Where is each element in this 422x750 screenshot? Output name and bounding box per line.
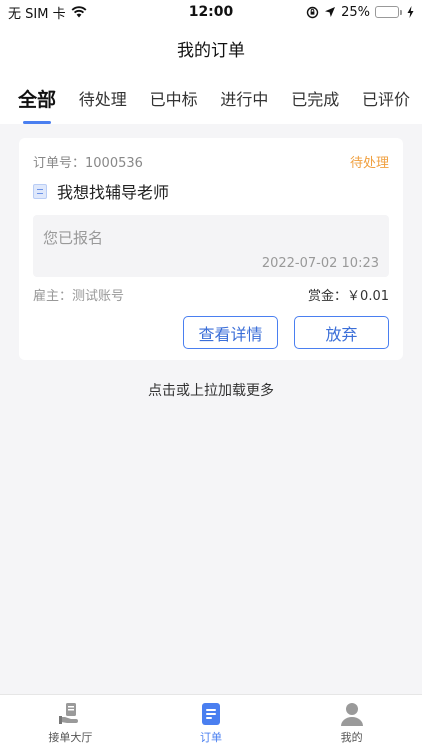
person-icon [340,702,363,726]
tabbar-item-orders[interactable]: 订单 [161,701,261,745]
tab-in-progress[interactable]: 进行中 [220,72,268,124]
reward-label: 赏金：￥0.01 [308,289,389,304]
order-list: 订单号：1000536 待处理 我想找辅导老师 您已报名 2022-07-02 … [0,124,422,400]
tabbar-item-mine[interactable]: 我的 [302,701,402,745]
tab-won-bid[interactable]: 已中标 [150,72,198,124]
view-details-button[interactable]: 查看详情 [183,316,278,349]
order-list-icon [201,702,220,725]
load-more-link[interactable]: 点击或上拉加载更多 [19,380,403,400]
abandon-button[interactable]: 放弃 [294,316,389,349]
tab-completed[interactable]: 已完成 [291,72,339,124]
charging-bolt-icon [407,6,414,18]
tab-reviewed[interactable]: 已评价 [362,72,410,124]
location-arrow-icon [325,7,336,17]
order-status-badge: 待处理 [349,156,389,171]
bottom-tab-bar: 接单大厅 订单 我的 [0,694,422,750]
order-card[interactable]: 订单号：1000536 待处理 我想找辅导老师 您已报名 2022-07-02 … [19,138,403,360]
rotation-lock-icon [306,6,319,18]
tabbar-item-order-hall[interactable]: 接单大厅 [20,701,120,745]
tabbar-label-orders: 订单 [199,730,222,744]
page-title: 我的订单 [177,40,245,61]
document-icon [33,183,47,199]
carrier-label: 无 SIM 卡 [8,6,66,22]
tabbar-label-mine: 我的 [340,730,363,744]
hand-document-icon [59,702,79,724]
order-info-box: 您已报名 2022-07-02 10:23 [33,215,389,277]
order-note: 您已报名 [43,229,104,247]
order-tabs: 全部 待处理 已中标 进行中 已完成 已评价 [0,72,422,124]
order-title: 我想找辅导老师 [57,183,170,202]
tab-pending[interactable]: 待处理 [79,72,127,124]
battery-icon [375,6,402,18]
wifi-icon [71,6,87,18]
tabbar-label-order-hall: 接单大厅 [48,730,93,744]
employer-label: 雇主：测试账号 [33,289,125,304]
order-number: 订单号：1000536 [33,156,143,171]
status-bar: 无 SIM 卡 12:00 25% [0,0,422,24]
tab-all[interactable]: 全部 [18,72,56,124]
battery-percent: 25% [341,4,370,20]
order-time: 2022-07-02 10:23 [261,256,379,271]
header: 无 SIM 卡 12:00 25% 我的订单 全部 待处理 已中标 进行中 已完… [0,0,422,124]
